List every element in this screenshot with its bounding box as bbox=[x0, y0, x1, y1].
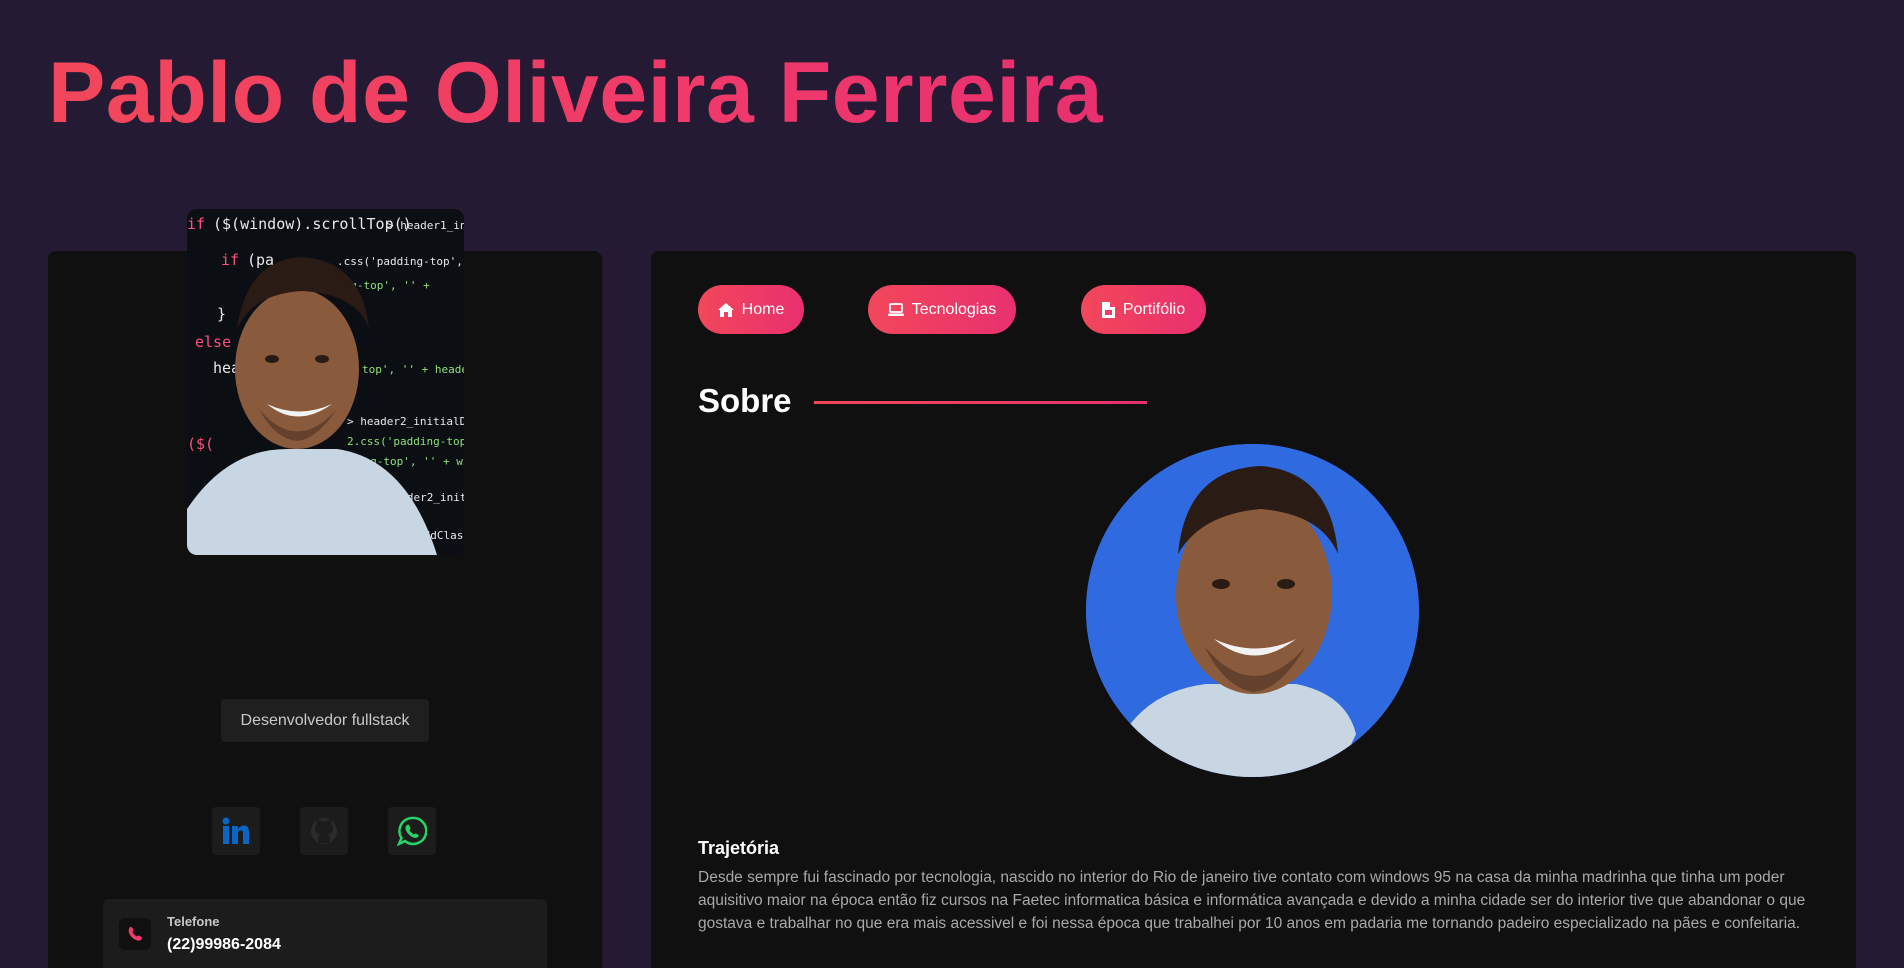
nav-tecnologias-button[interactable]: Tecnologias bbox=[868, 285, 1016, 334]
contact-label: Telefone bbox=[167, 914, 220, 929]
github-icon bbox=[311, 818, 337, 844]
laptop-icon bbox=[887, 302, 904, 316]
home-icon bbox=[717, 302, 734, 317]
linkedin-button[interactable] bbox=[212, 807, 260, 855]
trajectory-title: Trajetória bbox=[698, 838, 780, 858]
nav-portfolio-label: Portifólio bbox=[1122, 300, 1186, 318]
nav-portfolio-button[interactable]: Portifólio bbox=[1081, 285, 1206, 334]
profile-photo: if ($(window).scrollTop() > header1_init… bbox=[187, 209, 464, 555]
svg-text:if: if bbox=[221, 251, 239, 269]
whatsapp-icon bbox=[397, 816, 427, 846]
svg-text:.css('padding-top',: .css('padding-top', bbox=[337, 255, 463, 268]
nav-tecnologias-label: Tecnologias bbox=[911, 300, 997, 318]
file-icon bbox=[1101, 301, 1115, 318]
about-photo bbox=[1086, 444, 1419, 777]
svg-text:($(window).scrollTop(): ($(window).scrollTop() bbox=[213, 215, 412, 233]
nav-home-label: Home bbox=[741, 300, 785, 318]
section-title: Sobre bbox=[698, 382, 792, 419]
svg-text:> header1_initial: > header1_initial bbox=[387, 219, 464, 232]
svg-text:}: } bbox=[217, 305, 226, 323]
linkedin-icon bbox=[222, 817, 249, 844]
svg-text:else: else bbox=[195, 333, 231, 351]
svg-text:2.css('padding-top', 10: 2.css('padding-top', 10 bbox=[347, 435, 464, 448]
phone-icon bbox=[119, 918, 151, 950]
trajectory-text: Desde sempre fui fascinado por tecnologi… bbox=[698, 869, 1806, 932]
section-divider bbox=[814, 401, 1147, 404]
svg-text:top', '' + header1_init: top', '' + header1_init bbox=[362, 363, 464, 376]
role-badge: Desenvolvedor fullstack bbox=[221, 699, 429, 742]
nav-home-button[interactable]: Home bbox=[698, 285, 804, 334]
page-title: Pablo de Oliveira Ferreira bbox=[48, 45, 1104, 141]
github-button[interactable] bbox=[300, 807, 348, 855]
contact-phone: Telefone (22)99986-2084 bbox=[103, 899, 547, 968]
svg-text:if: if bbox=[187, 215, 205, 233]
contact-value[interactable]: (22)99986-2084 bbox=[167, 936, 281, 954]
svg-text:($(: ($( bbox=[187, 435, 214, 453]
whatsapp-button[interactable] bbox=[388, 807, 436, 855]
svg-text:> header2_initialDistan: > header2_initialDistan bbox=[347, 415, 464, 428]
